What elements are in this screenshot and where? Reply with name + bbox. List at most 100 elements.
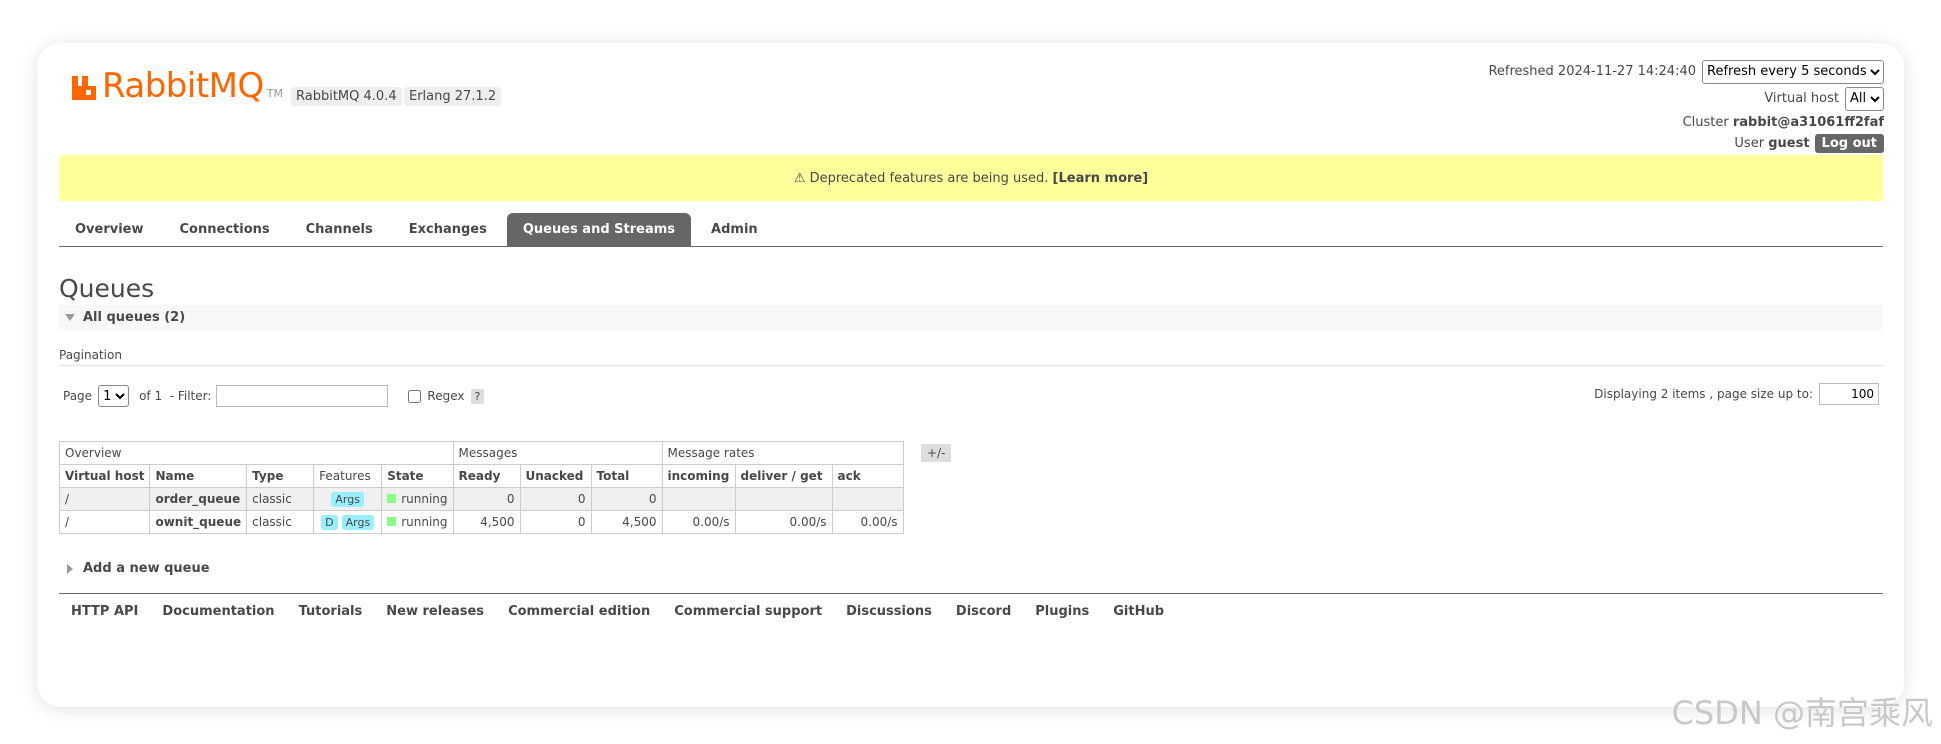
cell-ack <box>831 487 904 511</box>
all-queues-section-toggle[interactable]: All queues (2) <box>59 305 1883 330</box>
col-name[interactable]: Name <box>149 464 248 488</box>
filter-input[interactable] <box>216 385 389 407</box>
tab-admin[interactable]: Admin <box>695 213 774 246</box>
table-row[interactable]: / ownit_queue classic D Args running 4,50… <box>58 510 904 534</box>
footer-link-new-releases[interactable]: New releases <box>386 604 484 619</box>
running-state-icon <box>387 494 397 503</box>
table-group-header: Overview Messages Message rates <box>59 441 904 465</box>
expand-triangle-icon <box>67 563 73 574</box>
rabbitmq-logo-icon <box>72 76 96 100</box>
erlang-version-badge: Erlang 27.1.2 <box>404 87 502 106</box>
col-ready[interactable]: Ready <box>452 464 521 488</box>
cell-unacked: 0 <box>519 487 592 511</box>
cell-type: classic <box>246 510 315 534</box>
watermark: CSDN @南宫乘风 <box>1671 694 1933 732</box>
logo-trademark: TM <box>266 87 283 100</box>
footer-link-tutorials[interactable]: Tutorials <box>299 604 363 619</box>
logout-button[interactable]: Log out <box>1814 134 1884 153</box>
cell-total: 0 <box>590 487 663 511</box>
cell-total: 4,500 <box>590 510 663 534</box>
cluster-label: Cluster <box>1682 115 1729 130</box>
status-panel: Refreshed 2024-11-27 14:24:40 Refresh ev… <box>1488 58 1884 154</box>
cell-ack: 0.00/s <box>831 510 904 534</box>
footer-link-commercial-support[interactable]: Commercial support <box>674 604 822 619</box>
queues-table: Overview Messages Message rates Virtual … <box>58 441 904 534</box>
running-state-icon <box>387 517 397 526</box>
pagination-controls: Page 1 of 1 - Filter: Regex ? <box>63 385 485 407</box>
cell-vhost: / <box>58 487 151 511</box>
footer-links: HTTP API Documentation Tutorials New rel… <box>59 593 1883 619</box>
section-label: All queues (2) <box>83 310 186 325</box>
page-size-input[interactable] <box>1819 383 1879 405</box>
version-badge: RabbitMQ 4.0.4 <box>291 87 402 106</box>
col-features: Features <box>313 464 383 488</box>
display-label: Displaying 2 items , page size up to: <box>1594 387 1813 401</box>
page-title: Queues <box>59 274 155 303</box>
regex-label: Regex <box>427 389 465 403</box>
cell-ready: 4,500 <box>452 510 521 534</box>
queue-name-link[interactable]: order_queue <box>149 487 248 511</box>
display-count: Displaying 2 items , page size up to: <box>1594 383 1879 405</box>
vhost-label: Virtual host <box>1764 91 1839 106</box>
col-unacked[interactable]: Unacked <box>519 464 592 488</box>
feature-durable-badge[interactable]: D <box>321 514 338 530</box>
tab-connections[interactable]: Connections <box>164 213 286 246</box>
page-label: Page <box>63 389 93 403</box>
user-label: User <box>1734 136 1765 151</box>
logo-text: RabbitMQ <box>102 66 264 106</box>
cell-type: classic <box>246 487 315 511</box>
rabbitmq-logo[interactable]: RabbitMQ TM <box>70 66 283 106</box>
col-incoming[interactable]: incoming <box>661 464 736 488</box>
add-queue-section-toggle[interactable]: Add a new queue <box>67 561 210 576</box>
state-label: running <box>401 492 448 506</box>
tab-channels[interactable]: Channels <box>290 213 389 246</box>
pagination-divider <box>59 365 1883 366</box>
footer-link-github[interactable]: GitHub <box>1113 604 1164 619</box>
cell-incoming <box>661 487 736 511</box>
cell-unacked: 0 <box>519 510 592 534</box>
regex-help-button[interactable]: ? <box>470 388 485 404</box>
footer-link-discussions[interactable]: Discussions <box>846 604 932 619</box>
tab-queues-and-streams[interactable]: Queues and Streams <box>506 213 692 246</box>
feature-args-badge[interactable]: Args <box>341 514 375 530</box>
queue-name-link[interactable]: ownit_queue <box>149 510 248 534</box>
user-name: guest <box>1768 136 1810 151</box>
vhost-select[interactable]: All <box>1845 86 1884 111</box>
cell-state: running <box>381 487 454 511</box>
page-select[interactable]: 1 <box>98 385 130 407</box>
filter-label: - Filter: <box>169 389 212 403</box>
col-type[interactable]: Type <box>246 464 315 488</box>
cell-state: running <box>381 510 454 534</box>
banner-text: ⚠ Deprecated features are being used. <box>793 170 1049 186</box>
col-total[interactable]: Total <box>590 464 663 488</box>
footer-link-commercial-edition[interactable]: Commercial edition <box>508 604 650 619</box>
group-overview: Overview <box>59 441 454 465</box>
table-row[interactable]: / order_queue classic Args running 0 0 0 <box>58 487 904 511</box>
refreshed-label: Refreshed 2024-11-27 14:24:40 <box>1488 64 1696 79</box>
cell-incoming: 0.00/s <box>661 510 736 534</box>
tab-overview[interactable]: Overview <box>59 213 160 246</box>
column-toggle-button[interactable]: +/- <box>921 444 952 462</box>
footer-link-documentation[interactable]: Documentation <box>162 604 274 619</box>
col-deliver-get[interactable]: deliver / get <box>734 464 833 488</box>
footer-link-discord[interactable]: Discord <box>956 604 1011 619</box>
cell-features: D Args <box>313 510 383 534</box>
regex-checkbox[interactable] <box>408 389 422 403</box>
col-virtual-host[interactable]: Virtual host <box>58 464 151 488</box>
footer-link-http-api[interactable]: HTTP API <box>71 604 138 619</box>
page-of-label: of 1 <box>139 389 163 403</box>
col-state[interactable]: State <box>381 464 454 488</box>
refresh-interval-select[interactable]: Refresh every 5 seconds <box>1702 59 1884 84</box>
cell-deliver-get <box>734 487 833 511</box>
cell-deliver-get: 0.00/s <box>734 510 833 534</box>
collapse-triangle-icon <box>65 314 75 321</box>
table-header: Virtual host Name Type Features State Re… <box>58 464 904 488</box>
tab-exchanges[interactable]: Exchanges <box>393 213 503 246</box>
feature-args-badge[interactable]: Args <box>331 491 364 507</box>
learn-more-link[interactable]: [Learn more] <box>1053 171 1149 186</box>
cluster-name: rabbit@a31061ff2faf <box>1732 115 1884 130</box>
footer-link-plugins[interactable]: Plugins <box>1035 604 1089 619</box>
col-ack[interactable]: ack <box>831 464 904 488</box>
deprecation-banner: ⚠ Deprecated features are being used. [L… <box>59 155 1883 201</box>
cell-features: Args <box>313 487 383 511</box>
